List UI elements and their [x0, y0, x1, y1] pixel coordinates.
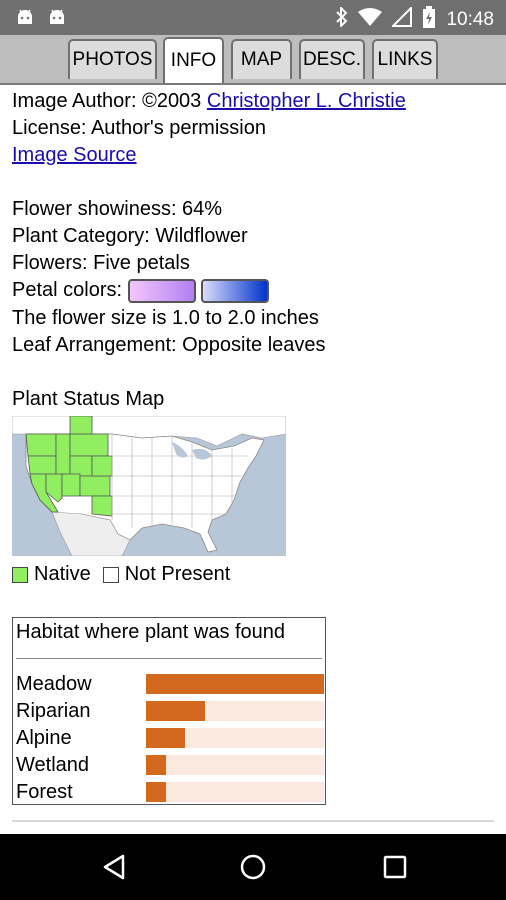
native-swatch	[12, 566, 28, 583]
habitat-label: Meadow	[16, 673, 92, 695]
habitat-bar	[146, 755, 166, 775]
signal-icon	[391, 5, 413, 32]
map-title: Plant Status Map	[12, 388, 165, 410]
map-legend: Native Not Present	[12, 563, 230, 586]
habitat-bar-track	[146, 674, 324, 694]
back-icon[interactable]	[102, 854, 126, 885]
flowers: Flowers: Five petals	[12, 252, 190, 274]
bluetooth-icon	[336, 5, 348, 32]
home-icon[interactable]	[240, 854, 266, 885]
habitat-bar	[146, 674, 324, 694]
android-icon	[48, 9, 66, 30]
flower-size: The flower size is 1.0 to 2.0 inches	[12, 307, 319, 329]
habitat-bar-track	[146, 728, 324, 748]
license: License: Author's permission	[12, 117, 266, 139]
petal-colors-label: Petal colors:	[12, 279, 123, 301]
habitat-label: Alpine	[16, 727, 72, 749]
status-bar: 10:48	[0, 0, 506, 35]
habitat-label: Riparian	[16, 700, 91, 722]
habitat-row: Wetland	[16, 753, 324, 777]
leaf-arrangement: Leaf Arrangement: Opposite leaves	[12, 334, 326, 356]
habitat-label: Wetland	[16, 754, 90, 776]
tab-links[interactable]: LINKS	[372, 39, 438, 79]
not-present-swatch	[102, 566, 119, 583]
showiness: Flower showiness: 64%	[12, 198, 223, 220]
navigation-bar	[0, 834, 506, 900]
tab-photos[interactable]: PHOTOS	[68, 39, 157, 79]
habitat-bar	[146, 701, 205, 721]
battery-icon	[422, 6, 436, 33]
plant-status-map[interactable]	[12, 416, 286, 556]
habitat-chart: Habitat where plant was found Meadow Ripa…	[12, 617, 326, 805]
habitat-title: Habitat where plant was found	[16, 621, 286, 643]
habitat-bar	[146, 782, 166, 802]
habitat-row: Forest	[16, 780, 324, 804]
habitat-bar-track	[146, 755, 324, 775]
image-source-link[interactable]: Image Source	[12, 144, 137, 166]
petal-color-swatch	[201, 278, 270, 303]
habitat-row: Riparian	[16, 699, 324, 723]
habitat-bar-track	[146, 782, 324, 802]
tab-info[interactable]: INFO	[163, 37, 224, 83]
divider	[12, 820, 494, 822]
android-icon	[16, 9, 34, 30]
habitat-row: Alpine	[16, 726, 324, 750]
tab-desc[interactable]: DESC.	[299, 39, 365, 79]
legend-native: Native	[34, 563, 91, 585]
divider	[16, 658, 322, 659]
info-panel: Image Author: ©2003 Christopher L. Chris…	[12, 88, 502, 413]
clock: 10:48	[446, 8, 494, 30]
tab-bar: PHOTOS INFO MAP DESC. LINKS	[0, 35, 506, 85]
plant-category: Plant Category: Wildflower	[12, 225, 248, 247]
tab-map[interactable]: MAP	[231, 39, 292, 79]
petal-colors-row: Petal colors:	[12, 277, 502, 305]
wifi-icon	[358, 8, 383, 31]
habitat-label: Forest	[16, 781, 73, 803]
author-line: Image Author: ©2003 Christopher L. Chris…	[12, 88, 502, 115]
author-link[interactable]: Christopher L. Christie	[207, 90, 406, 112]
legend-not-present: Not Present	[124, 563, 231, 585]
recents-icon[interactable]	[383, 855, 407, 884]
habitat-bar-track	[146, 701, 324, 721]
author-prefix: Image Author: ©2003	[12, 90, 207, 112]
habitat-bar	[146, 728, 186, 748]
habitat-row: Meadow	[16, 672, 324, 696]
petal-color-swatch	[127, 278, 196, 303]
